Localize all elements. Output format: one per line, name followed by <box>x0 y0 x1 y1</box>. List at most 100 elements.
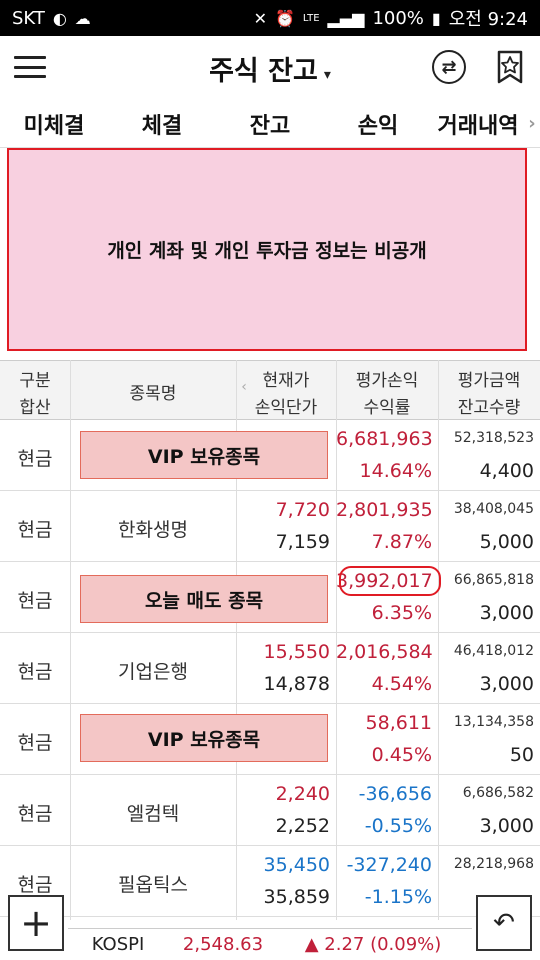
sold-today-text: 오늘 매도 종목 <box>144 589 264 612</box>
tab-filled[interactable]: 체결 <box>108 108 216 140</box>
page-title[interactable]: 주식 잔고 <box>209 56 318 87</box>
table-row[interactable]: 현금 필옵틱스 35,450 35,859 -327,240 -1.15% 28… <box>0 846 540 917</box>
tab-balance[interactable]: 잔고 <box>216 108 324 140</box>
vip-holding-text: VIP 보유종목 <box>147 445 261 468</box>
row-eval-amount: 28,218,968 <box>453 856 534 872</box>
row-profit-loss: 2,016,584 <box>336 641 433 663</box>
signal-icon: ▂▄▆ <box>327 8 365 28</box>
header-cost: 손익단가 <box>254 398 318 418</box>
row-category: 현금 <box>17 732 53 754</box>
row-eval-amount: 46,418,012 <box>453 643 534 659</box>
header-summary: 합산 <box>19 398 51 418</box>
row-eval-amount: 66,865,818 <box>453 572 534 588</box>
clock-label: 오전 9:24 <box>448 9 528 30</box>
row-category: 현금 <box>17 590 53 612</box>
row-eval-amount: 52,318,523 <box>453 430 534 446</box>
chevron-right-icon[interactable]: › <box>524 113 540 134</box>
row-profit-loss: 6,681,963 <box>336 428 433 450</box>
vip-holding-label: VIP 보유종목 <box>80 431 328 479</box>
header-eval: 평가금액 <box>457 371 521 391</box>
row-cost-price: 14,878 <box>263 673 330 695</box>
row-current-price: 15,550 <box>263 641 330 663</box>
row-category: 현금 <box>17 661 53 683</box>
row-quantity: 3,000 <box>479 602 534 624</box>
app-header: 주식 잔고 ▾ ⇄ <box>0 36 540 100</box>
row-eval-amount: 6,686,582 <box>462 785 534 801</box>
header-rate: 수익률 <box>363 398 411 418</box>
table-header: 구분 합산 종목명 ‹ 현재가 손익단가 평가손익 수익률 평가금액 잔고수량 <box>0 360 540 420</box>
row-quantity: 3,000 <box>479 673 534 695</box>
row-quantity: 3,000 <box>479 815 534 837</box>
row-return-rate: -0.55% <box>364 815 432 837</box>
row-return-rate: 7.87% <box>371 531 432 553</box>
row-quantity: 5,000 <box>479 531 534 553</box>
vip-holding-text: VIP 보유종목 <box>147 728 261 751</box>
header-price: 현재가 <box>262 371 310 391</box>
sold-today-label: 오늘 매도 종목 <box>80 575 328 623</box>
carrier-label: SKT <box>12 7 45 29</box>
tab-history[interactable]: 거래내역 <box>432 108 524 140</box>
battery-label: 100% <box>372 7 424 29</box>
vip-holding-label: VIP 보유종목 <box>80 714 328 762</box>
network-label: LTE <box>302 12 320 24</box>
add-plus-icon[interactable]: + <box>8 895 64 951</box>
table-row[interactable]: 현금 한화생명 7,720 7,159 2,801,935 7.87% 38,4… <box>0 491 540 562</box>
mute-icon: ✕ <box>253 8 267 28</box>
header-category: 구분 <box>19 371 51 391</box>
row-category: 현금 <box>17 519 53 541</box>
undo-back-icon[interactable]: ↶ <box>476 895 532 951</box>
row-return-rate: 0.45% <box>371 744 432 766</box>
index-ticker[interactable]: KOSPI 2,548.63 ▲ 2.27 (0.09%) <box>68 928 472 960</box>
row-current-price: 35,450 <box>263 854 330 876</box>
row-stock-name: 필옵틱스 <box>118 874 188 896</box>
privacy-notice-text: 개인 계좌 및 개인 투자금 정보는 비공개 <box>107 240 427 262</box>
row-profit-loss: -36,656 <box>358 783 432 805</box>
table-row[interactable]: 현금 엘컴텍 2,240 2,252 -36,656 -0.55% 6,686,… <box>0 775 540 846</box>
caret-down-icon[interactable]: ▾ <box>324 67 331 83</box>
row-cost-price: 2,252 <box>275 815 330 837</box>
row-stock-name: 기업은행 <box>118 661 188 683</box>
row-quantity: 4,400 <box>479 460 534 482</box>
index-change: ▲ 2.27 (0.09%) <box>304 934 442 955</box>
row-return-rate: 14.64% <box>359 460 432 482</box>
row-return-rate: -1.15% <box>364 886 432 908</box>
row-category: 현금 <box>17 874 53 896</box>
page-title-wrap[interactable]: 주식 잔고 ▾ <box>209 49 331 88</box>
status-right: ✕ ⏰ LTE ▂▄▆ 100% ▮ 오전 9:24 <box>254 5 528 31</box>
notification-icon: ◐ <box>52 8 67 28</box>
row-stock-name: 한화생명 <box>118 519 188 541</box>
status-bar: SKT ◐ ☁ ✕ ⏰ LTE ▂▄▆ 100% ▮ 오전 9:24 <box>0 0 540 36</box>
header-name: 종목명 <box>129 384 177 404</box>
battery-icon: ▮ <box>431 8 441 28</box>
row-cost-price: 35,859 <box>263 886 330 908</box>
row-cost-price: 7,159 <box>275 531 330 553</box>
row-return-rate: 4.54% <box>371 673 432 695</box>
row-profit-loss: 2,801,935 <box>336 499 433 521</box>
highlight-circle <box>339 566 441 596</box>
table-row[interactable]: 현금 기업은행 15,550 14,878 2,016,584 4.54% 46… <box>0 633 540 704</box>
row-quantity: 50 <box>509 744 534 766</box>
row-eval-amount: 13,134,358 <box>453 714 534 730</box>
index-name: KOSPI <box>91 934 145 955</box>
account-switch-icon[interactable]: ⇄ <box>432 50 466 84</box>
row-category: 현금 <box>17 448 53 470</box>
tab-bar: 미체결 체결 잔고 손익 거래내역 › <box>0 100 540 148</box>
row-category: 현금 <box>17 803 53 825</box>
status-left: SKT ◐ ☁ <box>12 8 91 29</box>
header-qty: 잔고수량 <box>457 398 521 418</box>
hamburger-menu-icon[interactable] <box>14 52 46 82</box>
row-current-price: 2,240 <box>275 783 330 805</box>
alarm-icon: ⏰ <box>274 8 295 28</box>
bookmark-star-icon[interactable] <box>496 50 524 84</box>
row-stock-name: 엘컴텍 <box>126 803 180 825</box>
tab-unfilled[interactable]: 미체결 <box>0 108 108 140</box>
header-pl: 평가손익 <box>355 371 419 391</box>
row-return-rate: 6.35% <box>371 602 432 624</box>
row-current-price: 7,720 <box>275 499 330 521</box>
row-profit-loss: 58,611 <box>365 712 432 734</box>
cloud-icon: ☁ <box>74 8 91 28</box>
privacy-notice: 개인 계좌 및 개인 투자금 정보는 비공개 <box>7 148 527 351</box>
row-eval-amount: 38,408,045 <box>453 501 534 517</box>
tab-profit-loss[interactable]: 손익 <box>324 108 432 140</box>
index-value: 2,548.63 <box>182 934 264 955</box>
